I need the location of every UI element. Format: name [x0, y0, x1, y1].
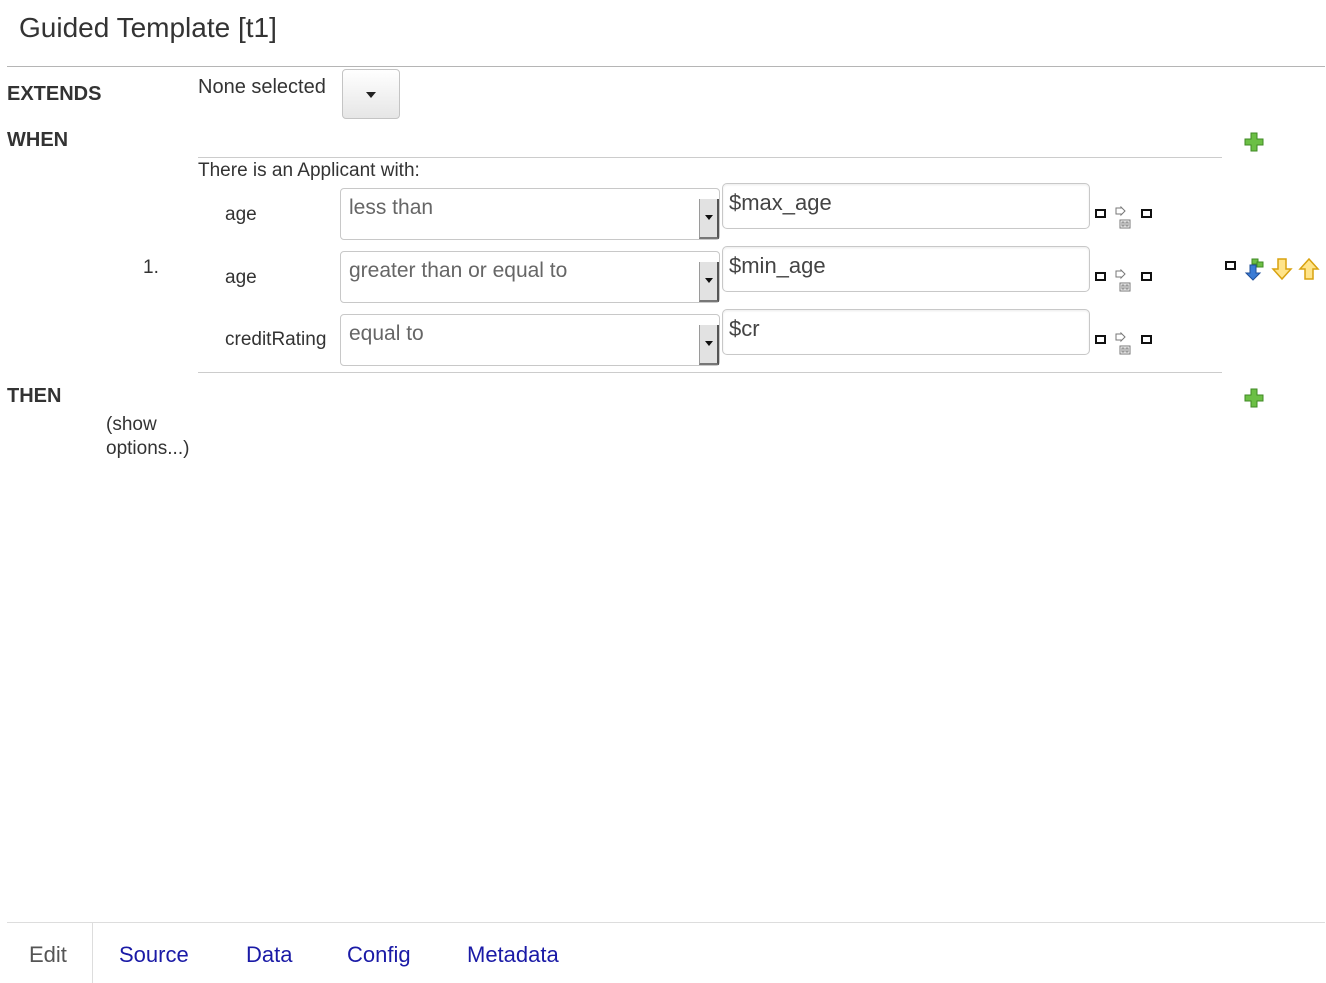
tabs-divider: [7, 922, 1325, 923]
chevron-down-icon: [366, 92, 376, 98]
page-title: Guided Template [t1]: [19, 12, 277, 43]
remove-icon[interactable]: [1225, 261, 1237, 271]
then-label: THEN: [7, 385, 62, 407]
extends-selected-value: None selected: [198, 76, 326, 98]
constraint-field: age: [225, 204, 257, 225]
title-divider: [7, 66, 1325, 67]
condition-row-number: 1.: [143, 257, 159, 278]
move-down-icon[interactable]: [1271, 257, 1293, 281]
operator-value: greater than or equal to: [349, 259, 568, 282]
extends-dropdown-button[interactable]: [342, 69, 400, 119]
value-text: $cr: [729, 316, 760, 341]
tab-metadata[interactable]: Metadata: [467, 942, 559, 968]
operator-select[interactable]: less than: [340, 188, 720, 240]
constraint-actions-icon[interactable]: [1094, 269, 1158, 295]
show-options-link[interactable]: (show options...): [106, 413, 206, 461]
value-input[interactable]: $max_age: [722, 183, 1090, 229]
tab-source[interactable]: Source: [119, 942, 189, 968]
insert-below-icon[interactable]: [1243, 257, 1267, 281]
constraint-actions-icon[interactable]: [1094, 332, 1158, 358]
constraint-field: age: [225, 267, 257, 288]
extends-label: EXTENDS: [7, 83, 102, 105]
pattern-top-divider: [198, 157, 1222, 158]
operator-value: equal to: [349, 322, 424, 345]
move-up-icon[interactable]: [1298, 257, 1320, 281]
operator-value: less than: [349, 196, 434, 219]
tab-config[interactable]: Config: [347, 942, 411, 968]
constraint-actions-icon[interactable]: [1094, 206, 1158, 232]
select-arrow-icon: [699, 262, 719, 302]
value-text: $min_age: [729, 253, 826, 278]
operator-select[interactable]: greater than or equal to: [340, 251, 720, 303]
value-text: $max_age: [729, 190, 832, 215]
value-input[interactable]: $min_age: [722, 246, 1090, 292]
constraint-field: creditRating: [225, 329, 327, 350]
pattern-bottom-divider: [198, 372, 1222, 373]
select-arrow-icon: [699, 199, 719, 239]
operator-select[interactable]: equal to: [340, 314, 720, 366]
tab-data[interactable]: Data: [246, 942, 292, 968]
add-condition-icon[interactable]: [1243, 131, 1265, 153]
select-arrow-icon: [699, 325, 719, 365]
when-label: WHEN: [7, 129, 69, 151]
pattern-header[interactable]: There is an Applicant with:: [198, 160, 420, 182]
add-action-icon[interactable]: [1243, 387, 1265, 409]
value-input[interactable]: $cr: [722, 309, 1090, 355]
tab-edit[interactable]: Edit: [29, 942, 67, 968]
